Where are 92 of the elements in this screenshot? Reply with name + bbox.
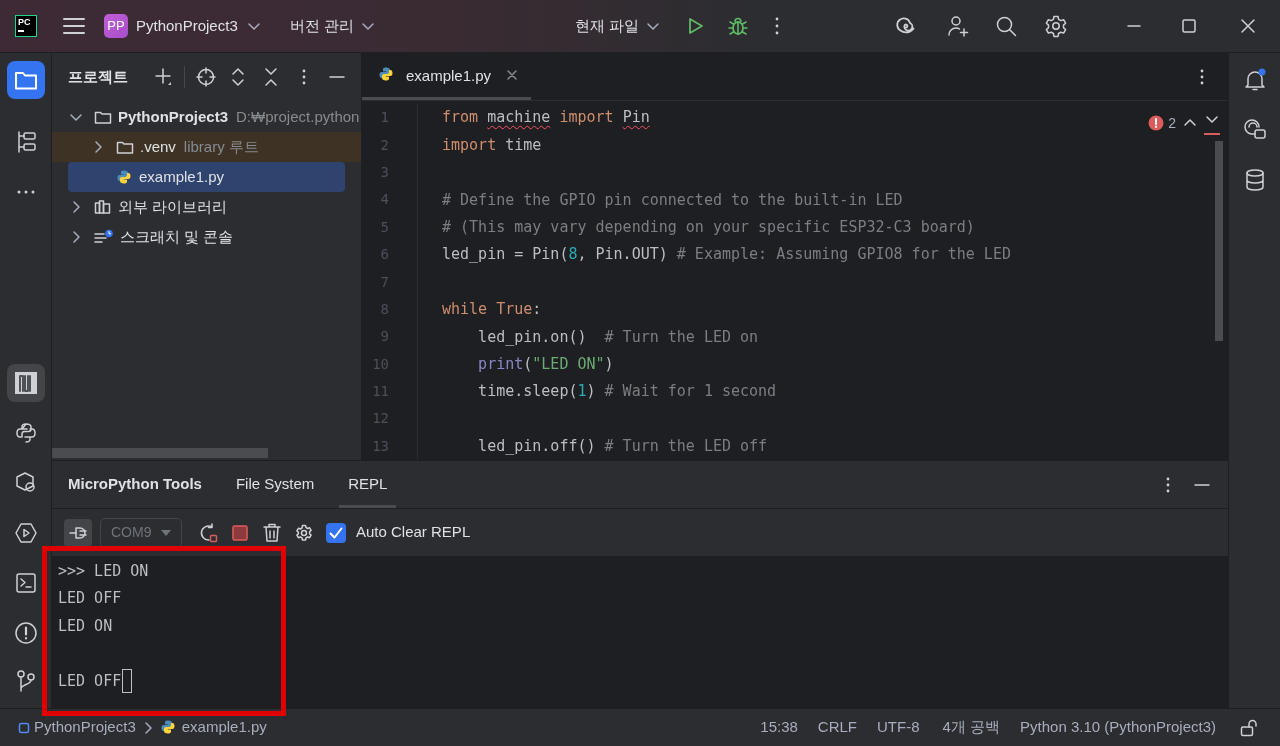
code-line: led_pin.on() # Turn the LED on — [477, 326, 759, 348]
editor-tab[interactable]: example1.py — [362, 53, 532, 100]
reset-icon — [198, 522, 218, 543]
target-button[interactable] — [194, 65, 218, 89]
tree-item[interactable]: example1.py — [68, 162, 345, 192]
scrollbar[interactable] — [1215, 141, 1223, 341]
code-line: led_pin.off() # Turn the LED off — [477, 436, 768, 458]
settings-icon — [295, 523, 313, 542]
terminal-icon — [14, 572, 37, 594]
status-item[interactable]: CRLF — [817, 716, 858, 739]
folder-icon — [116, 139, 134, 155]
more-icon — [1199, 67, 1205, 86]
settings-icon — [1044, 14, 1068, 38]
tree-item[interactable]: 스크래치 및 콘솔 — [52, 222, 361, 252]
scratch-icon — [94, 229, 114, 245]
vcs-menu[interactable]: 버전 관리 — [285, 9, 380, 43]
bug-icon — [727, 15, 749, 37]
status-item[interactable]: 15:38 — [760, 716, 798, 739]
status-item[interactable]: 4개 공백 — [942, 716, 1001, 739]
close-icon — [1240, 18, 1256, 34]
close-icon[interactable] — [507, 70, 518, 80]
add-icon — [154, 67, 174, 87]
code-line: import time — [442, 134, 542, 156]
console-line: LED ON — [58, 615, 113, 637]
micropython-icon — [12, 370, 39, 396]
app-logo[interactable]: PC — [15, 15, 37, 37]
minimize-icon — [329, 76, 345, 78]
lock-button[interactable] — [1240, 718, 1260, 737]
stop-icon — [231, 523, 249, 542]
panel-tab[interactable]: REPL — [339, 461, 397, 508]
more-icon — [15, 189, 36, 195]
console-line: LED OFF — [58, 588, 122, 609]
code-line: # Define the GPIO pin connected to the built-in LED — [442, 189, 903, 211]
micropython-button[interactable] — [6, 364, 45, 402]
breadcrumb[interactable]: example1.py — [159, 716, 267, 739]
more-icon — [774, 16, 780, 36]
folder-icon — [13, 69, 38, 91]
project-selector[interactable]: PP PythonProject3 — [100, 9, 266, 43]
minimize-icon — [1194, 483, 1210, 486]
git-branch-icon — [14, 669, 37, 693]
tree-item[interactable]: 외부 라이브러리 — [52, 192, 361, 222]
panel-title: MicroPython Tools — [68, 474, 202, 495]
python-outline-icon — [14, 422, 37, 444]
code-line: while True: — [442, 299, 542, 321]
code-line: time.sleep(1) # Wait for 1 second — [477, 381, 777, 403]
problems-icon — [13, 621, 38, 645]
run-configuration[interactable]: 현재 파일 — [570, 9, 665, 43]
bell-icon — [1242, 68, 1267, 92]
unlock-icon — [1240, 718, 1258, 737]
scrollbar[interactable] — [52, 448, 268, 458]
code-line: led_pin = Pin(8, Pin.OUT) # Example: Assuming GPIO8 for the LED — [442, 244, 1011, 266]
ai-chat-icon — [1242, 119, 1267, 141]
connect-button[interactable] — [64, 518, 92, 547]
status-item[interactable]: UTF-8 — [877, 716, 920, 739]
status-item[interactable]: Python 3.10 (PythonProject3) — [1020, 716, 1216, 739]
problems-indicator[interactable]: 2 — [1148, 112, 1176, 134]
target-icon — [196, 67, 216, 87]
trash-icon — [263, 522, 281, 543]
code-line: print("LED ON") — [477, 353, 614, 375]
add-user-icon — [946, 14, 970, 38]
database-icon — [1244, 169, 1265, 191]
panel-title: 프로젝트 — [68, 66, 129, 87]
breadcrumb[interactable]: PythonProject3 — [18, 716, 136, 739]
panel-tab[interactable]: File System — [226, 461, 324, 508]
code-line: # (This may vary depending on your specific ESP32-C3 board) — [442, 217, 975, 238]
module-icon — [18, 721, 30, 734]
check-icon — [329, 526, 343, 539]
more-icon — [1165, 475, 1171, 494]
search-icon — [995, 15, 1017, 37]
menu-icon — [63, 17, 85, 35]
minimize-icon — [1127, 25, 1141, 27]
checkbox-label[interactable]: Auto Clear REPL — [356, 521, 471, 544]
folder-icon — [94, 109, 112, 125]
error-icon — [1148, 115, 1165, 131]
code-line: from machine import Pin — [442, 107, 650, 129]
run-icon — [13, 521, 38, 545]
services-icon — [13, 471, 38, 495]
folder-button[interactable] — [6, 61, 45, 99]
tree-item[interactable]: .venv library 루트 — [52, 132, 361, 162]
console-line: >>> LED ON — [58, 560, 149, 582]
checkbox[interactable] — [326, 522, 346, 543]
maximize-icon — [1181, 18, 1197, 34]
more-icon — [301, 68, 307, 86]
console-line: LED OFF — [58, 670, 122, 692]
project-badge: PP — [104, 14, 128, 38]
python-icon — [116, 168, 133, 186]
collapse-icon — [264, 67, 278, 87]
caret-icon — [161, 529, 171, 536]
expand-icon — [231, 67, 245, 87]
plug-icon — [68, 524, 88, 541]
tree-item[interactable]: PythonProject3 D:₩project.python — [52, 102, 361, 132]
library-icon — [94, 199, 112, 215]
